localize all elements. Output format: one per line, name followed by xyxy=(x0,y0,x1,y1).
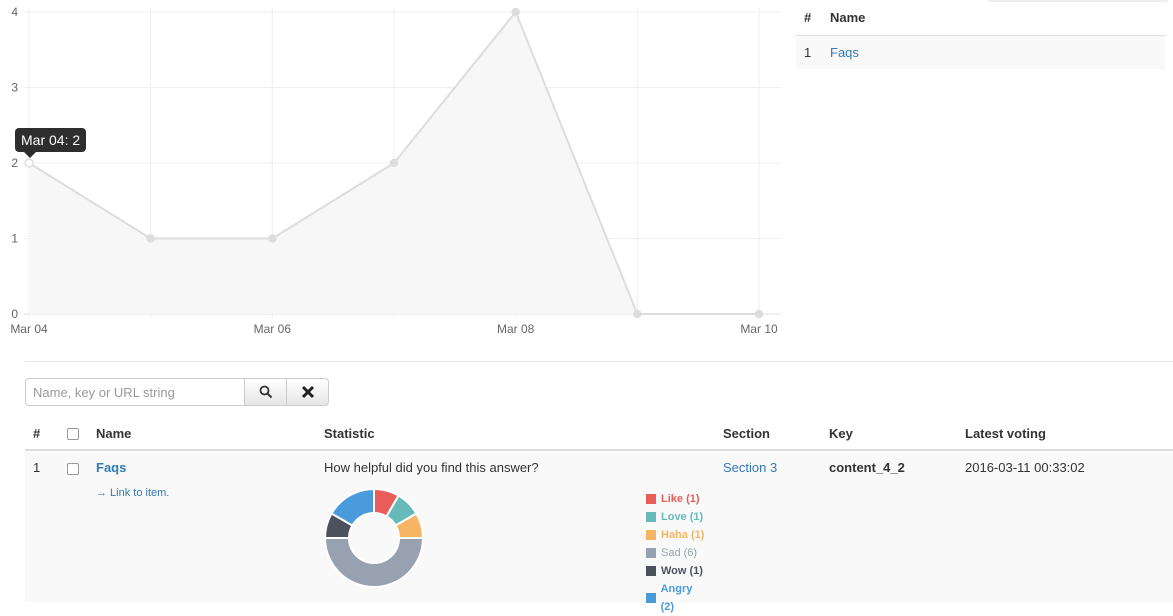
search-icon xyxy=(259,385,272,399)
close-icon xyxy=(301,385,314,399)
clear-button[interactable] xyxy=(286,378,329,406)
item-name-link[interactable]: Faqs xyxy=(96,460,126,475)
data-point xyxy=(389,158,399,168)
data-point xyxy=(146,234,155,243)
legend-label: Angry (2) xyxy=(660,583,693,613)
x-axis-labels: Mar 04 Mar 06 Mar 08 Mar 10 xyxy=(10,322,778,336)
legend-swatch xyxy=(646,548,656,558)
table-row: 1 Faqs xyxy=(796,35,1165,69)
column-header-num: # xyxy=(796,0,822,36)
data-point xyxy=(268,234,277,243)
legend-swatch xyxy=(646,530,656,540)
x-tick-label: Mar 04 xyxy=(10,322,48,336)
link-to-item[interactable]: → Link to item. xyxy=(96,487,308,499)
column-header-section: Section xyxy=(715,418,821,451)
legend-item-wow: Wow (1) xyxy=(646,562,707,580)
donut-legend: Like (1) Love (1) Haha (1) Sad (6) Wow (1) An… xyxy=(646,490,707,616)
statistics-table: # Name Statistic Section Key Latest voti… xyxy=(25,418,1173,613)
legend-item-haha: Haha (1) xyxy=(646,526,707,544)
reactions-donut-chart xyxy=(324,488,424,588)
legend-label: Like (1) xyxy=(661,493,700,505)
legend-item-like: Like (1) xyxy=(646,490,707,508)
legend-swatch xyxy=(646,566,656,576)
column-header-latest-voting: Latest voting xyxy=(957,418,1173,451)
row-checkbox[interactable] xyxy=(67,463,79,475)
statistic-cell: How helpful did you find this answer? Li… xyxy=(324,460,707,613)
legend-swatch xyxy=(646,593,656,603)
x-tick-label: Mar 06 xyxy=(254,322,292,336)
row-number: 1 xyxy=(796,35,822,69)
y-tick-label: 3 xyxy=(11,81,18,95)
y-tick-label: 4 xyxy=(11,5,18,19)
search-button[interactable] xyxy=(244,378,287,406)
legend-swatch xyxy=(646,512,656,522)
search-input[interactable] xyxy=(25,378,245,406)
data-point xyxy=(754,309,764,319)
legend-label: Wow (1) xyxy=(661,565,703,577)
data-point xyxy=(511,7,520,17)
select-all-checkbox[interactable] xyxy=(67,427,79,440)
statistic-question: How helpful did you find this answer? xyxy=(324,460,539,475)
legend-label: Love (1) xyxy=(661,511,704,523)
donut-slice-sad xyxy=(324,537,424,588)
row-number: 1 xyxy=(25,450,59,602)
latest-voting: 2016-03-11 00:33:02 xyxy=(957,450,1173,602)
column-header-key: Key xyxy=(821,418,957,451)
data-point xyxy=(24,158,34,168)
x-tick-label: Mar 10 xyxy=(740,322,778,336)
column-header-statistic: Statistic xyxy=(316,418,715,451)
column-header-name: Name xyxy=(88,418,316,451)
section-link[interactable]: Section 3 xyxy=(723,460,777,475)
search-bar xyxy=(25,378,329,406)
y-tick-label: 2 xyxy=(11,156,18,170)
item-link[interactable]: Faqs xyxy=(830,45,859,60)
votes-line-chart: 0 1 2 3 4 Mar 04 Mar 06 Mar 08 Mar 10 xyxy=(10,5,781,336)
data-point xyxy=(633,309,642,319)
column-header-num: # xyxy=(25,418,59,451)
item-key: content_4_2 xyxy=(821,450,957,602)
y-tick-label: 0 xyxy=(11,307,18,321)
y-tick-label: 1 xyxy=(11,232,18,246)
legend-item-love: Love (1) xyxy=(646,508,707,526)
chart-tooltip: Mar 04: 2 xyxy=(15,128,87,158)
section-divider xyxy=(25,361,1173,362)
x-tick-label: Mar 08 xyxy=(497,322,535,336)
legend-item-angry: Angry (2) xyxy=(646,580,707,616)
y-axis-labels: 0 1 2 3 4 xyxy=(11,5,18,321)
legend-label: Sad (6) xyxy=(661,547,698,559)
legend-item-sad: Sad (6) xyxy=(646,544,707,562)
column-header-name: Name xyxy=(822,0,1165,36)
top-items-table: # Name 1 Faqs xyxy=(796,0,1165,69)
legend-swatch xyxy=(646,494,656,504)
table-row: 1 Faqs → Link to item. How helpful did y… xyxy=(25,450,1173,613)
legend-label: Haha (1) xyxy=(661,529,705,541)
